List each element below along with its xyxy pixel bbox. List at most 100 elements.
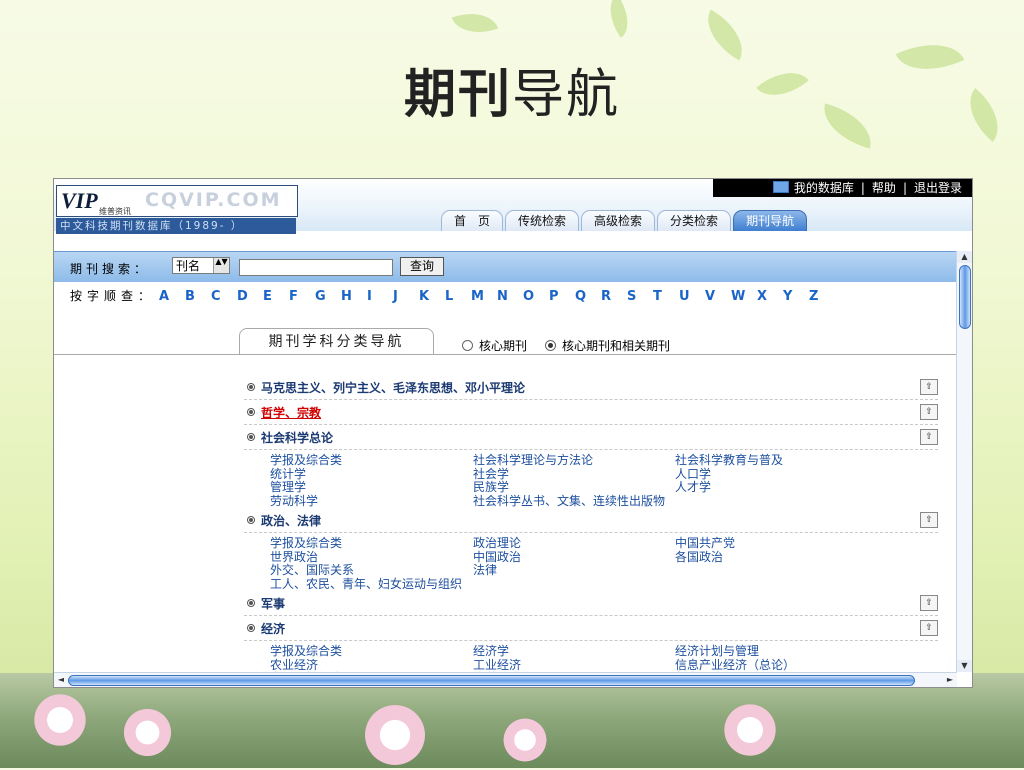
alphabet-letter-j[interactable]: J <box>393 289 419 304</box>
tab-home[interactable]: 首 页 <box>441 210 504 231</box>
horizontal-scroll-thumb[interactable] <box>68 675 915 686</box>
subcategory-link[interactable]: 社会科学教育与普及 <box>675 453 783 468</box>
subcategory-link[interactable]: 各国政治 <box>675 550 723 565</box>
subcategory-row: 学报及综合类 社会科学理论与方法论 社会科学教育与普及 <box>270 453 938 468</box>
alphabet-letter-x[interactable]: X <box>757 289 783 304</box>
alphabet-letter-e[interactable]: E <box>263 289 289 304</box>
alphabet-letter-p[interactable]: P <box>549 289 575 304</box>
search-button[interactable]: 查询 <box>400 257 444 276</box>
alphabet-letter-z[interactable]: Z <box>809 289 835 304</box>
radio-unchecked-icon <box>462 340 473 351</box>
subcategory-link[interactable]: 世界政治 <box>270 550 473 565</box>
scroll-up-icon[interactable]: ▲ <box>957 251 972 263</box>
alphabet-letter-o[interactable]: O <box>523 289 549 304</box>
alphabet-letter-n[interactable]: N <box>497 289 523 304</box>
radio-core-journals[interactable]: 核心期刊 <box>462 339 527 353</box>
alphabet-letter-y[interactable]: Y <box>783 289 809 304</box>
subcategory-link[interactable]: 社会科学丛书、文集、连续性出版物 <box>473 494 675 509</box>
vip-logo[interactable]: VIP 维普资讯 CQVIP.COM <box>56 185 298 217</box>
subcategory-link[interactable]: 中国政治 <box>473 550 675 565</box>
category-title[interactable]: 社会科学总论 <box>261 429 333 446</box>
alphabet-letter-s[interactable]: S <box>627 289 653 304</box>
subcategory-link[interactable]: 信息产业经济（总论） <box>675 658 795 673</box>
alphabet-letter-q[interactable]: Q <box>575 289 601 304</box>
subcategory-link[interactable]: 统计学 <box>270 467 473 482</box>
bullet-icon <box>247 408 255 416</box>
alphabet-letter-u[interactable]: U <box>679 289 705 304</box>
alphabet-letter-d[interactable]: D <box>237 289 263 304</box>
category-divider <box>54 354 957 355</box>
tab-advanced-search[interactable]: 高级检索 <box>581 210 656 231</box>
subcategory-link[interactable]: 人才学 <box>675 480 711 495</box>
category-title[interactable]: 政治、法律 <box>261 512 321 529</box>
bullet-icon <box>247 624 255 632</box>
scroll-down-icon[interactable]: ▼ <box>957 660 972 672</box>
subcategory-link[interactable]: 学报及综合类 <box>270 453 473 468</box>
top-nav: 我的数据库 | 帮助 | 退出登录 <box>712 179 972 197</box>
category-section: 社会科学总论 ⇧ <box>244 425 938 450</box>
tab-journal-navigation[interactable]: 期刊导航 <box>733 210 808 231</box>
subcategory-link[interactable]: 人口学 <box>675 467 711 482</box>
browser-frame: VIP 维普资讯 CQVIP.COM 中文科技期刊数据库（1989- ） 我的数… <box>53 178 973 688</box>
subcategory-link[interactable]: 经济计划与管理 <box>675 644 759 659</box>
radio-core-and-related[interactable]: 核心期刊和相关期刊 <box>545 339 670 353</box>
category-title[interactable]: 马克思主义、列宁主义、毛泽东思想、邓小平理论 <box>261 379 525 396</box>
subcategory-link[interactable]: 劳动科学 <box>270 494 473 509</box>
collapse-up-icon[interactable]: ⇧ <box>920 404 938 420</box>
alphabet-letter-k[interactable]: K <box>419 289 445 304</box>
scroll-left-icon[interactable]: ◄ <box>54 673 68 687</box>
subcategory-link[interactable]: 工人、农民、青年、妇女运动与组织 <box>270 577 473 592</box>
subcategory-link[interactable]: 外交、国际关系 <box>270 563 473 578</box>
subcategory-link[interactable]: 学报及综合类 <box>270 536 473 551</box>
subcategory-row: 工人、农民、青年、妇女运动与组织 <box>270 577 938 592</box>
subcategory-link[interactable]: 社会科学理论与方法论 <box>473 453 675 468</box>
horizontal-scrollbar[interactable]: ◄ ► <box>54 672 957 687</box>
alphabet-letter-b[interactable]: B <box>185 289 211 304</box>
alphabet-letter-a[interactable]: A <box>159 289 185 304</box>
help-link[interactable]: 帮助 <box>872 181 896 195</box>
subcategory-link[interactable]: 工业经济 <box>473 658 675 673</box>
radio-checked-icon <box>545 340 557 351</box>
alphabet-letter-g[interactable]: G <box>315 289 341 304</box>
alphabet-letter-r[interactable]: R <box>601 289 627 304</box>
subcategory-link[interactable]: 学报及综合类 <box>270 644 473 659</box>
search-field-select[interactable]: 刊名 ▲▼ <box>172 257 230 274</box>
alphabet-letter-m[interactable]: M <box>471 289 497 304</box>
search-input[interactable] <box>239 259 393 276</box>
subcategory-link[interactable]: 民族学 <box>473 480 675 495</box>
subcategory-row: 外交、国际关系 法律 <box>270 563 938 578</box>
alphabet-letter-c[interactable]: C <box>211 289 237 304</box>
collapse-up-icon[interactable]: ⇧ <box>920 595 938 611</box>
subcategory-link[interactable]: 农业经济 <box>270 658 473 673</box>
alphabet-letter-f[interactable]: F <box>289 289 315 304</box>
alphabet-letter-v[interactable]: V <box>705 289 731 304</box>
vertical-scroll-thumb[interactable] <box>959 265 971 329</box>
alphabet-letter-l[interactable]: L <box>445 289 471 304</box>
subcategory-link[interactable]: 经济学 <box>473 644 675 659</box>
scroll-right-icon[interactable]: ► <box>943 673 957 687</box>
category-title[interactable]: 哲学、宗教 <box>261 404 321 421</box>
tab-category-search[interactable]: 分类检索 <box>657 210 732 231</box>
category-title[interactable]: 军事 <box>261 595 285 612</box>
bullet-icon <box>247 383 255 391</box>
collapse-up-icon[interactable]: ⇧ <box>920 512 938 528</box>
slide-title: 期刊导航 <box>403 65 621 125</box>
select-arrow-icon: ▲▼ <box>213 258 229 273</box>
subcategory-link[interactable]: 政治理论 <box>473 536 675 551</box>
collapse-up-icon[interactable]: ⇧ <box>920 429 938 445</box>
subcategory-link[interactable]: 管理学 <box>270 480 473 495</box>
alphabet-letter-h[interactable]: H <box>341 289 367 304</box>
tab-traditional-search[interactable]: 传统检索 <box>505 210 580 231</box>
alphabet-letter-i[interactable]: I <box>367 289 393 304</box>
my-database-link[interactable]: 我的数据库 <box>794 181 854 195</box>
subcategory-link[interactable]: 中国共产党 <box>675 536 735 551</box>
subcategory-link[interactable]: 社会学 <box>473 467 675 482</box>
vertical-scrollbar[interactable]: ▲ ▼ <box>956 251 972 672</box>
category-title[interactable]: 经济 <box>261 620 285 637</box>
collapse-up-icon[interactable]: ⇧ <box>920 379 938 395</box>
alphabet-letter-t[interactable]: T <box>653 289 679 304</box>
collapse-up-icon[interactable]: ⇧ <box>920 620 938 636</box>
subcategory-link[interactable]: 法律 <box>473 563 675 578</box>
alphabet-letter-w[interactable]: W <box>731 289 757 304</box>
logout-link[interactable]: 退出登录 <box>914 181 962 195</box>
